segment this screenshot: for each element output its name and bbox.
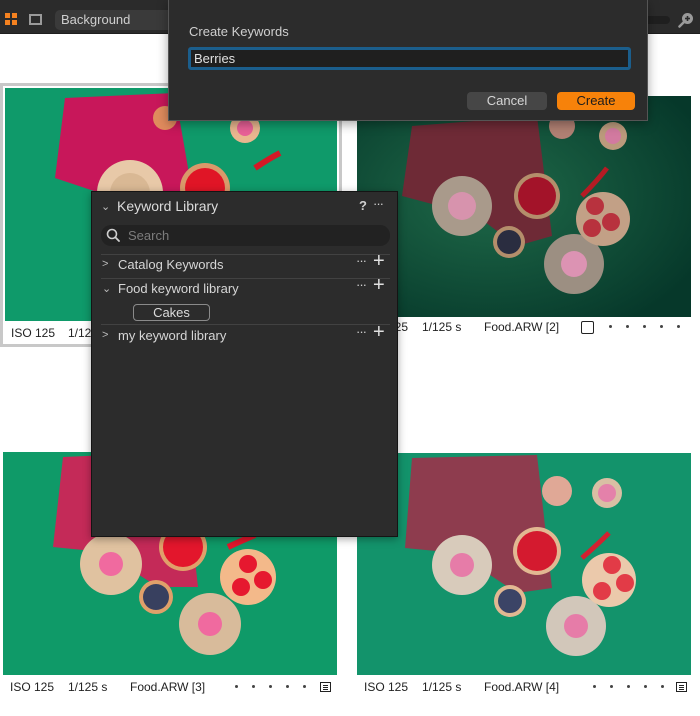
panel-title: Keyword Library [117, 198, 219, 214]
more-options-button[interactable]: ··· [356, 253, 367, 268]
thumbnail-cell[interactable]: ISO 125 1/125 s Food.ARW [2] [354, 83, 700, 347]
search-icon [106, 228, 120, 242]
help-button[interactable]: ? [359, 198, 367, 213]
dialog-title: Create Keywords [189, 24, 289, 39]
thumbnail-metadata: ISO 125 1/125 s Food.ARW [3] [10, 680, 340, 696]
zoom-in-icon[interactable] [678, 12, 694, 28]
grid-view-icon[interactable] [5, 13, 18, 26]
keyword-name-input[interactable] [188, 47, 631, 70]
panel-more-button[interactable]: ··· [373, 196, 384, 211]
create-button[interactable]: Create [557, 92, 635, 110]
more-options-button[interactable]: ··· [356, 324, 367, 339]
chevron-down-icon[interactable]: ⌄ [102, 282, 111, 295]
library-label[interactable]: Catalog Keywords [118, 257, 224, 272]
shutter-value: 1/125 s [422, 320, 462, 334]
iso-value: ISO 125 [10, 680, 55, 694]
iso-value: ISO 125 [11, 326, 56, 340]
more-options-button[interactable]: ··· [356, 277, 367, 292]
select-checkbox[interactable] [581, 321, 594, 334]
library-label[interactable]: my keyword library [118, 328, 226, 343]
library-row-food-keyword-library[interactable]: ⌄ Food keyword library ··· + [92, 274, 397, 300]
library-row-my-keyword-library[interactable]: > my keyword library ··· + [92, 321, 397, 347]
add-keyword-button[interactable]: + [373, 321, 385, 344]
collapse-chevron-icon[interactable]: ⌄ [101, 200, 110, 213]
keyword-chip[interactable]: Cakes [133, 304, 210, 321]
keyword-library-panel: ⌄ Keyword Library ? ··· > Catalog Keywor… [91, 191, 398, 537]
thumbnail-cell[interactable]: ISO 125 1/125 s Food.ARW [4] [354, 440, 700, 704]
keyword-library-header: ⌄ Keyword Library ? ··· [92, 192, 397, 220]
notes-icon[interactable] [320, 682, 331, 692]
add-keyword-button[interactable]: + [373, 274, 385, 297]
thumbnail-metadata: ISO 125 1/125 s Food.ARW [2] [364, 320, 694, 336]
single-view-icon[interactable] [29, 14, 42, 25]
library-row-catalog-keywords[interactable]: > Catalog Keywords ··· + [92, 250, 397, 276]
shutter-value: 1/125 s [68, 680, 108, 694]
thumbnail-metadata: ISO 125 1/125 s Food.ARW [4] [364, 680, 694, 696]
filename: Food.ARW [4] [484, 680, 560, 694]
filename: Food.ARW [3] [130, 680, 206, 694]
chevron-right-icon[interactable]: > [102, 258, 108, 270]
search-input[interactable] [128, 225, 378, 246]
chevron-right-icon[interactable]: > [102, 329, 108, 341]
shutter-value: 1/125 s [422, 680, 462, 694]
app-window: Background ISO 125 1/125 s 125 1/125 s F… [0, 0, 700, 716]
add-keyword-button[interactable]: + [373, 250, 385, 273]
thumbnail-image[interactable] [357, 96, 691, 317]
filename: Food.ARW [2] [484, 320, 560, 334]
thumbnail-image[interactable] [357, 453, 691, 675]
create-keywords-dialog: Create Keywords Cancel Create [168, 0, 648, 121]
library-label[interactable]: Food keyword library [118, 281, 239, 296]
background-select[interactable]: Background [55, 10, 175, 30]
iso-value: ISO 125 [364, 680, 409, 694]
notes-icon[interactable] [676, 682, 687, 692]
cancel-button[interactable]: Cancel [467, 92, 547, 110]
food-photo [357, 453, 691, 675]
food-photo [357, 96, 691, 317]
keyword-search[interactable] [101, 225, 390, 246]
